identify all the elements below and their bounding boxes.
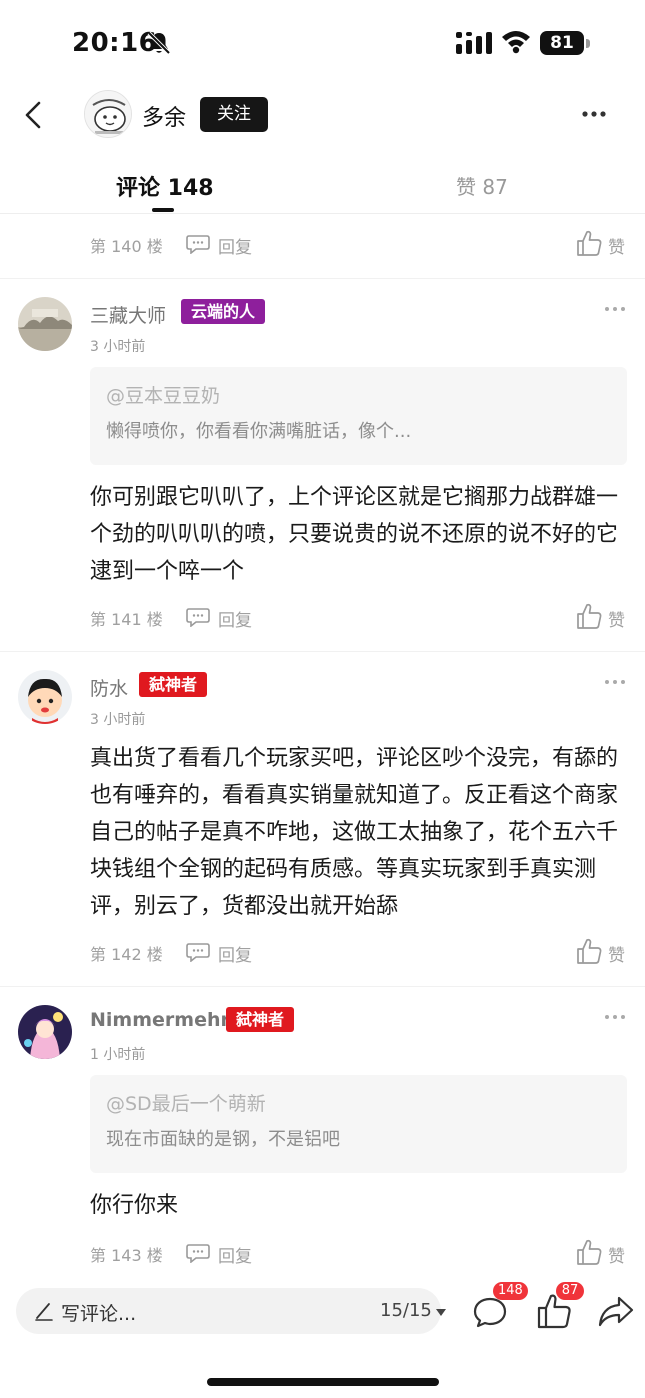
comment-time: 3 小时前 xyxy=(90,712,146,728)
page-indicator[interactable]: 15/15 xyxy=(380,1300,432,1321)
user-name[interactable]: 防水 xyxy=(90,674,128,701)
battery-cap xyxy=(586,39,590,48)
active-tab-indicator xyxy=(152,208,174,212)
battery-indicator: 81 xyxy=(540,31,590,55)
post-header: 多余 关注 xyxy=(0,88,645,144)
like-label: 赞 xyxy=(608,238,625,258)
like-button[interactable]: 赞 xyxy=(576,1238,628,1268)
quoted-reply[interactable]: @豆本豆豆奶 懒得喷你，你看看你满嘴脏话，像个... xyxy=(90,367,627,465)
more-icon[interactable] xyxy=(604,1013,626,1021)
floor-number: 第 142 楼 xyxy=(90,945,163,964)
tab-likes[interactable]: 赞 87 xyxy=(456,171,508,200)
user-avatar[interactable] xyxy=(18,1005,72,1059)
bottom-action-bar: 写评论... 15/15 148 87 xyxy=(0,1270,645,1398)
comment-text: 你可别跟它叭叭了，上个评论区就是它搁那力战群雄一个劲的叭叭叭的喷，只要说贵的说不… xyxy=(90,485,619,584)
like-label: 赞 xyxy=(608,611,625,631)
comment-divider xyxy=(0,265,645,279)
wifi-icon xyxy=(502,31,530,54)
comment-count-badge: 148 xyxy=(493,1282,528,1300)
comment-item: 防水 弑神者 3 小时前 真出货了看看几个玩家买吧，评论区吵个没完，有舔的也有唾… xyxy=(0,652,645,987)
bell-off-icon xyxy=(147,31,171,55)
user-avatar[interactable] xyxy=(18,297,72,351)
tab-comments[interactable]: 评论 148 xyxy=(116,170,214,202)
reply-label: 回复 xyxy=(218,238,252,258)
share-icon[interactable] xyxy=(598,1294,634,1328)
more-icon[interactable] xyxy=(578,102,610,126)
like-button[interactable]: 赞 xyxy=(576,937,628,967)
comment-item: Nimmermehr 弑神者 1 小时前 @SD最后一个萌新 现在市面缺的是钢，… xyxy=(0,987,645,1270)
like-button[interactable]: 赞 xyxy=(576,602,628,632)
comment-input-placeholder: 写评论... xyxy=(61,1303,137,1325)
status-bar: 20:16 81 xyxy=(0,0,645,88)
comment-time: 3 小时前 xyxy=(90,339,146,355)
reply-icon xyxy=(186,608,210,627)
quote-text: 懒得喷你，你看看你满嘴脏话，像个... xyxy=(106,421,412,442)
quote-text: 现在市面缺的是钢，不是铝吧 xyxy=(106,1129,340,1150)
reply-label: 回复 xyxy=(218,611,252,631)
user-badge: 云端的人 xyxy=(181,299,266,324)
like-button[interactable]: 赞 xyxy=(576,229,628,259)
reply-icon xyxy=(186,1244,210,1263)
comment-body: @SD最后一个萌新 现在市面缺的是钢，不是铝吧 你行你来 xyxy=(0,1075,645,1224)
reply-label: 回复 xyxy=(218,946,252,966)
comment-tabs: 评论 148 赞 87 xyxy=(0,158,645,214)
comment-time: 1 小时前 xyxy=(90,1047,146,1063)
quoted-reply[interactable]: @SD最后一个萌新 现在市面缺的是钢，不是铝吧 xyxy=(90,1075,627,1173)
comment-list[interactable]: 第 140 楼 回复 赞 三藏大师 云端的人 3 小时前 @豆本豆豆奶 懒得喷你… xyxy=(0,215,645,1270)
caret-down-icon[interactable] xyxy=(436,1309,446,1316)
follow-button[interactable]: 关注 xyxy=(200,97,268,132)
user-name[interactable]: Nimmermehr xyxy=(90,1009,230,1031)
more-icon[interactable] xyxy=(604,678,626,686)
comment-input[interactable]: 写评论... 15/15 xyxy=(16,1288,446,1334)
like-label: 赞 xyxy=(608,946,625,966)
home-indicator xyxy=(207,1378,439,1386)
reply-icon xyxy=(186,943,210,962)
comment-meta-row: 第 143 楼 回复 赞 xyxy=(0,1234,645,1270)
comment-text: 真出货了看看几个玩家买吧，评论区吵个没完，有舔的也有唾弃的，看看真实销量就知道了… xyxy=(90,746,619,919)
comment-body: @豆本豆豆奶 懒得喷你，你看看你满嘴脏话，像个... 你可别跟它叭叭了，上个评论… xyxy=(0,367,645,590)
comment-divider xyxy=(0,638,645,652)
comment-meta-row: 第 141 楼 回复 赞 xyxy=(0,598,645,638)
more-icon[interactable] xyxy=(604,305,626,313)
like-label: 赞 xyxy=(608,1247,625,1267)
reply-label: 回复 xyxy=(218,1247,252,1267)
author-avatar[interactable] xyxy=(84,90,132,138)
signal-icon xyxy=(456,32,492,54)
thumbs-up-icon xyxy=(577,230,602,256)
comment-body: 真出货了看看几个玩家买吧，评论区吵个没完，有舔的也有唾弃的，看看真实销量就知道了… xyxy=(0,740,645,925)
comment-meta-row: 第 142 楼 回复 赞 xyxy=(0,933,645,973)
thumbs-up-icon xyxy=(577,938,602,964)
comment-text: 你行你来 xyxy=(90,1193,179,1218)
thumbs-up-icon xyxy=(577,1239,602,1265)
battery-level: 81 xyxy=(540,31,584,55)
comment-item: 三藏大师 云端的人 3 小时前 @豆本豆豆奶 懒得喷你，你看看你满嘴脏话，像个.… xyxy=(0,279,645,652)
user-badge: 弑神者 xyxy=(139,672,208,697)
floor-number: 第 141 楼 xyxy=(90,610,163,629)
back-icon[interactable] xyxy=(18,98,50,132)
comment-divider xyxy=(0,973,645,987)
thumbs-up-icon xyxy=(577,603,602,629)
pencil-icon xyxy=(35,1303,53,1321)
reply-icon xyxy=(186,235,210,254)
user-badge: 弑神者 xyxy=(226,1007,295,1032)
user-name[interactable]: 三藏大师 xyxy=(90,301,166,328)
quote-user: @豆本豆豆奶 xyxy=(106,385,221,407)
comment-meta-row: 第 140 楼 回复 赞 xyxy=(0,225,645,265)
quote-user: @SD最后一个萌新 xyxy=(106,1093,266,1115)
status-time: 20:16 xyxy=(72,28,158,58)
user-avatar[interactable] xyxy=(18,670,72,724)
floor-number: 第 140 楼 xyxy=(90,237,163,256)
floor-number: 第 143 楼 xyxy=(90,1246,163,1265)
like-count-badge: 87 xyxy=(556,1282,584,1300)
author-name[interactable]: 多余 xyxy=(142,100,186,132)
